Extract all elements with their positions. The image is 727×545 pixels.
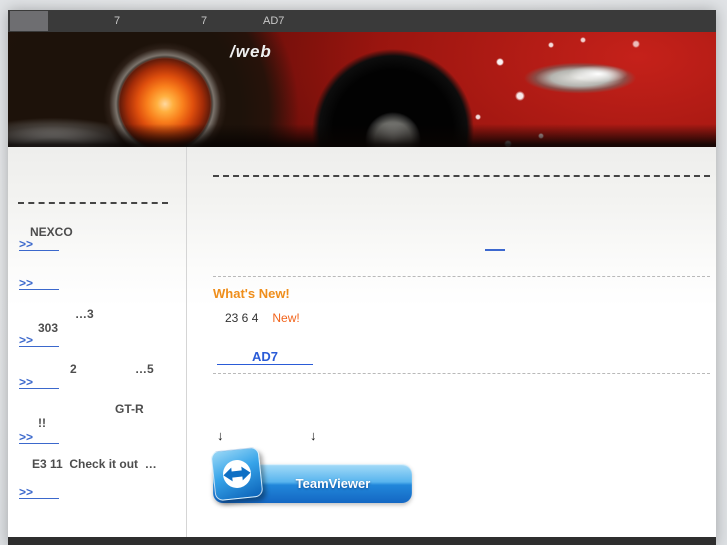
inline-link[interactable] (485, 246, 505, 251)
whats-new-title: What's New! (213, 286, 290, 301)
sidebar-link-2[interactable]: >> (19, 277, 59, 290)
sidebar-divider (18, 202, 168, 204)
header-banner-image: /web (8, 32, 716, 147)
top-nav-item-1[interactable]: 7 (114, 10, 120, 32)
download-arrow-icon: ↓ (217, 428, 224, 443)
page: 7 7 AD7 /web NEXCO >> >> …3 303 >> 2 …5 … (8, 10, 716, 545)
ad7-link[interactable]: AD7 (217, 349, 313, 365)
sidebar-link-6[interactable]: >> (19, 486, 59, 499)
sidebar-text-gtr: GT-R (115, 402, 144, 416)
site-logo[interactable] (10, 11, 48, 31)
top-nav-item-2[interactable]: 7 (201, 10, 207, 32)
content-area: NEXCO >> >> …3 303 >> 2 …5 >> GT-R !! >>… (8, 147, 716, 537)
main-divider-mid (213, 276, 710, 277)
sidebar-text-2: 2 (70, 362, 77, 376)
sidebar-heading-nexco: NEXCO (30, 225, 73, 239)
sidebar-link-5[interactable]: >> (19, 431, 59, 444)
sidebar-text-303: 303 (38, 321, 59, 335)
sidebar-text-dots3: …3 (75, 307, 94, 321)
sidebar-text-bang: !! (38, 416, 46, 430)
footer-bar (8, 537, 716, 545)
sidebar-text-dots5: …5 (135, 362, 154, 376)
site-wordmark: /web (230, 42, 272, 61)
sidebar: NEXCO >> >> …3 303 >> 2 …5 >> GT-R !! >>… (8, 147, 187, 537)
news-item: 23 6 4 New! (225, 311, 300, 325)
news-date: 23 6 4 (225, 311, 259, 325)
teamviewer-download-button[interactable]: TeamViewer (210, 446, 412, 503)
new-badge: New! (272, 311, 300, 325)
teamviewer-button-label: TeamViewer (295, 476, 371, 491)
teamviewer-logo-icon (210, 446, 264, 502)
sidebar-link-3[interactable]: >> (19, 334, 59, 347)
download-arrow-icon: ↓ (310, 428, 317, 443)
sidebar-link-4[interactable]: >> (19, 376, 59, 389)
sidebar-text-e3: E3 11 Check it out … (32, 457, 157, 471)
main-divider-bottom (213, 373, 710, 374)
double-arrow-icon (223, 460, 251, 488)
main-column: What's New! 23 6 4 New! AD7 ↓ ↓ TeamViewe… (187, 147, 716, 537)
sidebar-link-1[interactable]: >> (19, 238, 59, 251)
top-nav-item-3[interactable]: AD7 (263, 10, 284, 32)
main-divider-top (213, 175, 710, 177)
top-nav-bar: 7 7 AD7 (8, 10, 716, 32)
